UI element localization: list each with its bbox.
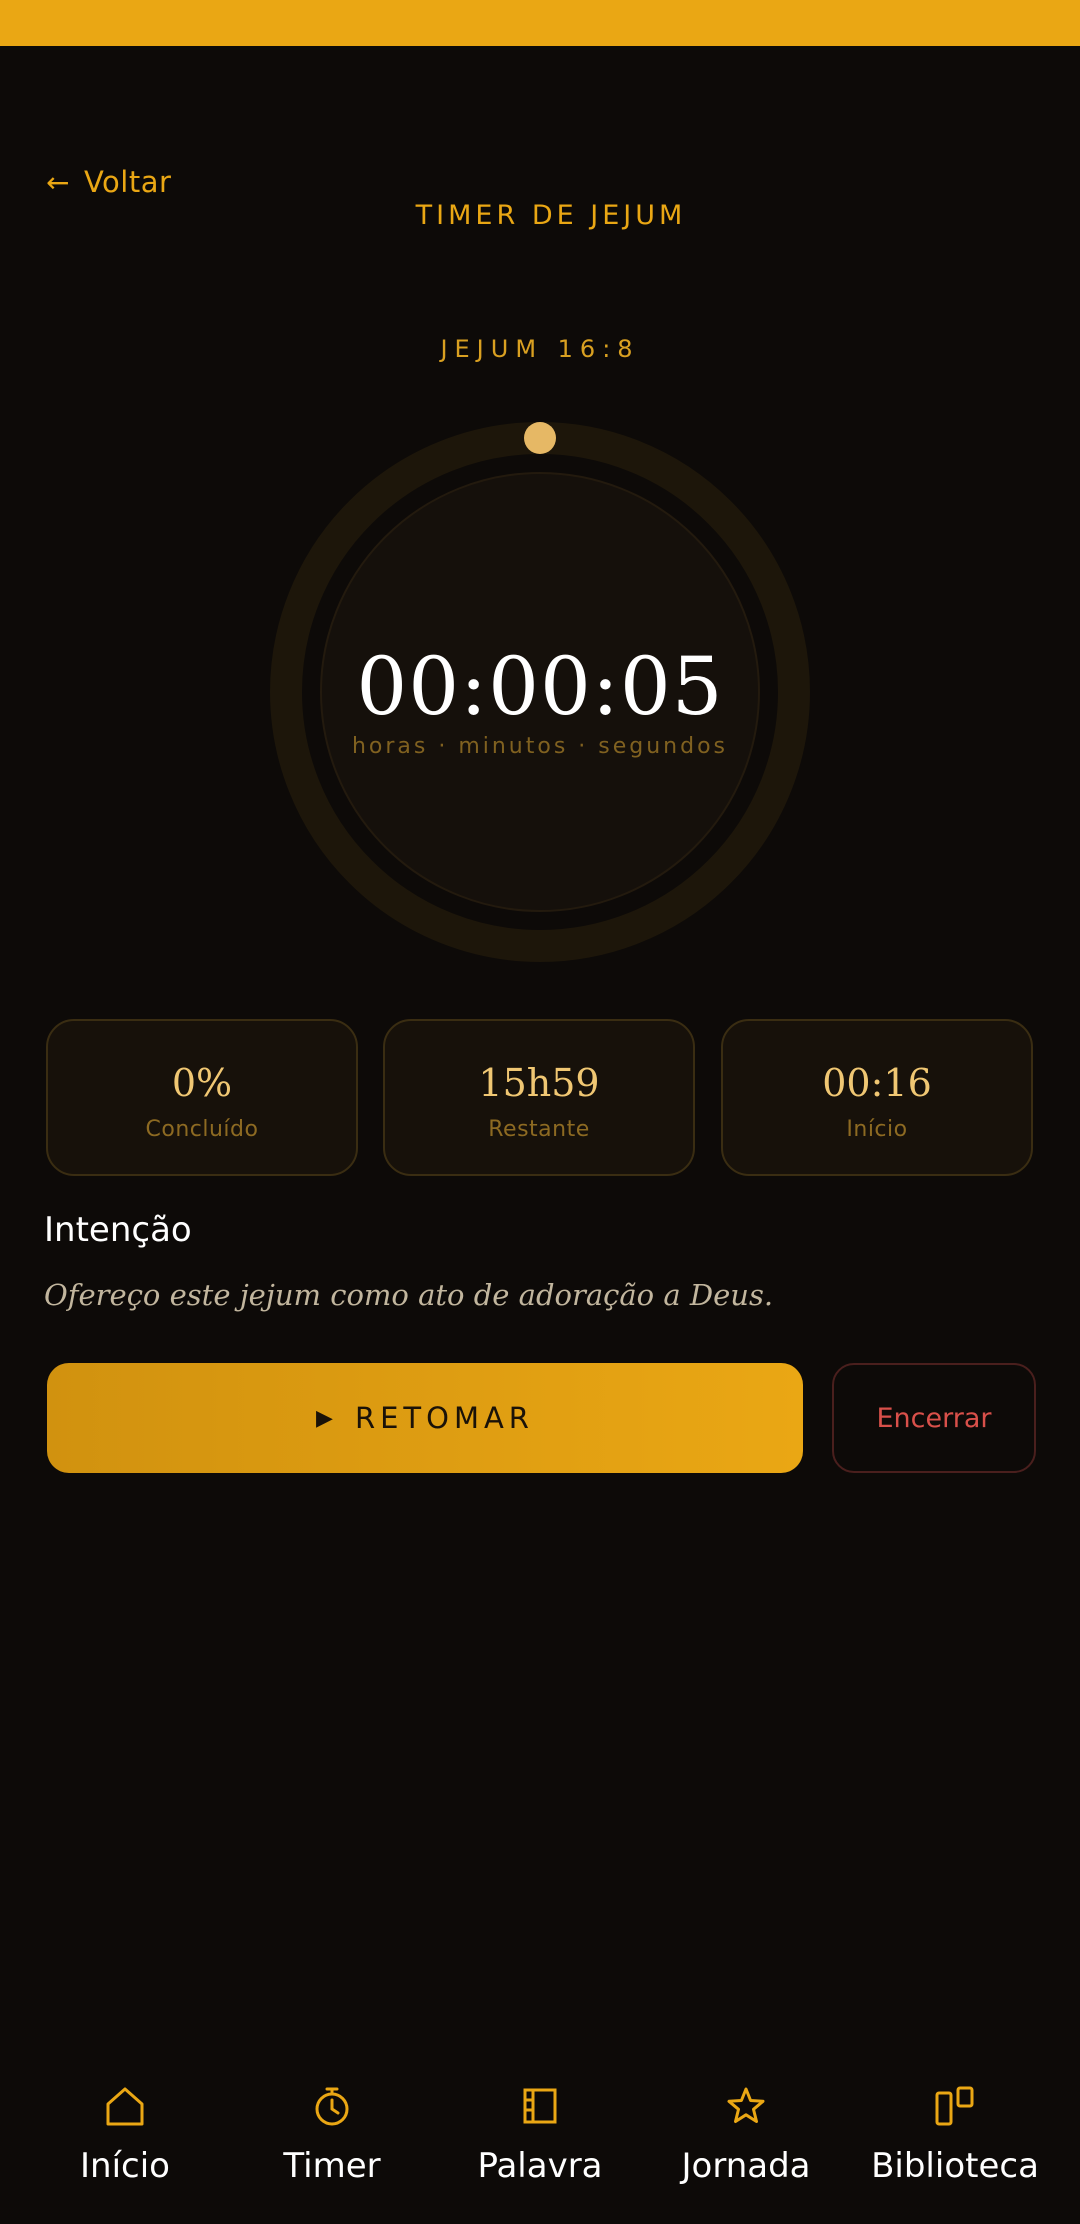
stat-label: Restante	[488, 1117, 590, 1142]
stat-card-remaining: 15h59 Restante	[383, 1019, 695, 1176]
play-icon: ▶	[316, 1405, 333, 1431]
time-units-label: horas · minutos · segundos	[351, 734, 729, 759]
library-icon	[933, 2084, 977, 2128]
book-icon	[518, 2084, 562, 2128]
nav-label: Biblioteca	[871, 2146, 1039, 2186]
stat-card-completed: 0% Concluído	[46, 1019, 358, 1176]
back-button[interactable]: ← Voltar	[46, 162, 171, 202]
nav-label: Início	[80, 2146, 170, 2186]
fasting-protocol-label: JEJUM 16:8	[440, 335, 640, 363]
elapsed-time: 00:00:05	[356, 640, 724, 733]
nav-label: Palavra	[477, 2146, 603, 2186]
nav-item-timer[interactable]: Timer	[232, 2084, 432, 2186]
resume-button[interactable]: ▶ RETOMAR	[47, 1363, 803, 1473]
resume-label: RETOMAR	[354, 1401, 534, 1435]
end-label: Encerrar	[876, 1402, 992, 1434]
intention-heading: Intenção	[44, 1210, 192, 1250]
stat-value: 0%	[171, 1061, 233, 1105]
stat-card-start: 00:16 Início	[721, 1019, 1033, 1176]
bottom-navigation: Início Timer Palavra Jornada Biblioteca	[0, 2070, 1080, 2224]
star-icon	[724, 2084, 768, 2128]
stat-label: Início	[846, 1117, 908, 1142]
timer-icon	[310, 2084, 354, 2128]
nav-item-inicio[interactable]: Início	[25, 2084, 225, 2186]
stat-value: 00:16	[822, 1061, 932, 1105]
stat-label: Concluído	[145, 1117, 259, 1142]
nav-label: Jornada	[681, 2146, 811, 2186]
nav-item-palavra[interactable]: Palavra	[440, 2084, 640, 2186]
page-title: TIMER DE JEJUM	[415, 200, 687, 231]
end-fast-button[interactable]: Encerrar	[832, 1363, 1036, 1473]
back-label: Voltar	[83, 165, 172, 199]
stat-value: 15h59	[478, 1061, 600, 1105]
nav-item-jornada[interactable]: Jornada	[646, 2084, 846, 2186]
intention-text: Ofereço este jejum como ato de adoração …	[44, 1278, 774, 1312]
nav-label: Timer	[283, 2146, 381, 2186]
nav-item-biblioteca[interactable]: Biblioteca	[855, 2084, 1055, 2186]
arrow-left-icon: ←	[46, 165, 70, 199]
home-icon	[103, 2084, 147, 2128]
progress-knob	[524, 422, 556, 454]
status-bar-strip	[0, 0, 1080, 46]
